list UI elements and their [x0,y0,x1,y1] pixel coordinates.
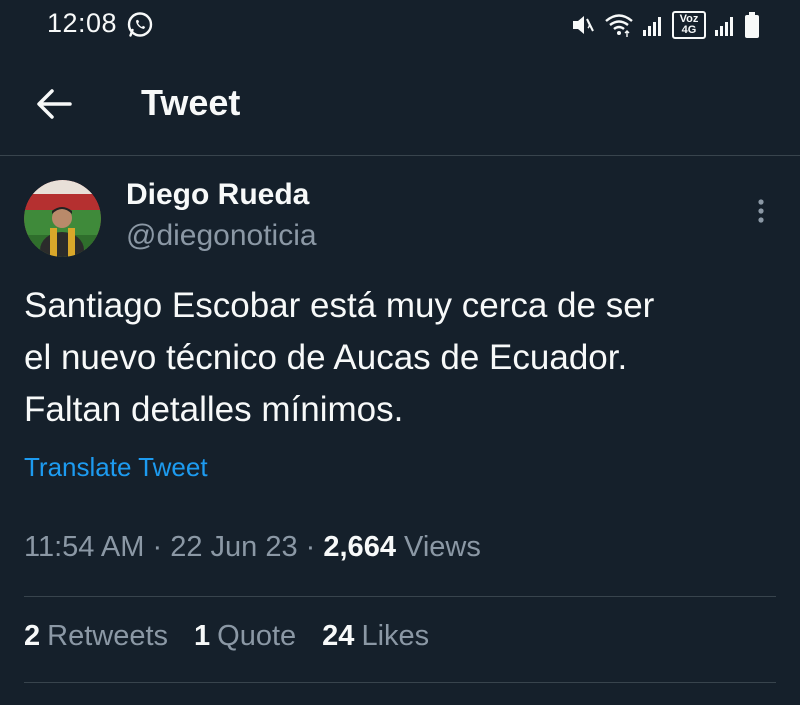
top-app-bar: Tweet [0,56,800,156]
divider [24,596,776,597]
more-options-icon[interactable] [748,196,774,226]
separator: · [152,531,163,563]
page-title: Tweet [141,82,241,123]
status-icons: Voz 4G [570,10,760,40]
status-bar: 12:08 Voz 4G [0,0,800,56]
back-arrow-icon[interactable] [34,86,74,122]
quotes-stat[interactable]: 1 Quote [194,620,296,653]
battery-icon [745,12,759,38]
quotes-label: Quote [217,620,297,652]
translate-tweet-link[interactable]: Translate Tweet [24,452,208,483]
tweet-text-line: el nuevo técnico de Aucas de Ecuador. [24,338,628,377]
tweet-text-line: Faltan detalles mínimos. [24,390,404,429]
likes-stat[interactable]: 24 Likes [322,620,429,653]
author-handle[interactable]: @diegonoticia [126,219,317,253]
retweets-label: Retweets [47,620,169,652]
tweet-time[interactable]: 11:54 AM [24,531,144,563]
views-count: 2,664 [323,531,396,563]
engagement-stats: 2 Retweets 1 Quote 24 Likes [24,620,455,653]
signal-icon [715,17,733,36]
author-name[interactable]: Diego Rueda [126,178,309,212]
tweet-date[interactable]: 22 Jun 23 [170,531,297,563]
tweet-text-line: Santiago Escobar está muy cerca de ser [24,286,655,325]
wifi-icon [605,14,633,37]
signal-icon [643,17,661,36]
tweet-metadata: 11:54 AM · 22 Jun 23 · 2,664 Views [24,531,481,564]
views-label: Views [404,531,481,563]
separator: · [305,531,316,563]
quotes-count: 1 [194,620,211,652]
avatar[interactable] [24,180,101,257]
likes-label: Likes [361,620,430,652]
likes-count: 24 [322,620,355,652]
volte-icon: Voz 4G [672,11,706,39]
retweets-stat[interactable]: 2 Retweets [24,620,168,653]
retweets-count: 2 [24,620,41,652]
mute-icon [573,16,594,34]
divider [24,682,776,683]
status-time: 12:08 [47,8,118,38]
whatsapp-icon [127,12,153,37]
tweet-text: Santiago Escobar está muy cerca de ser e… [24,280,784,436]
